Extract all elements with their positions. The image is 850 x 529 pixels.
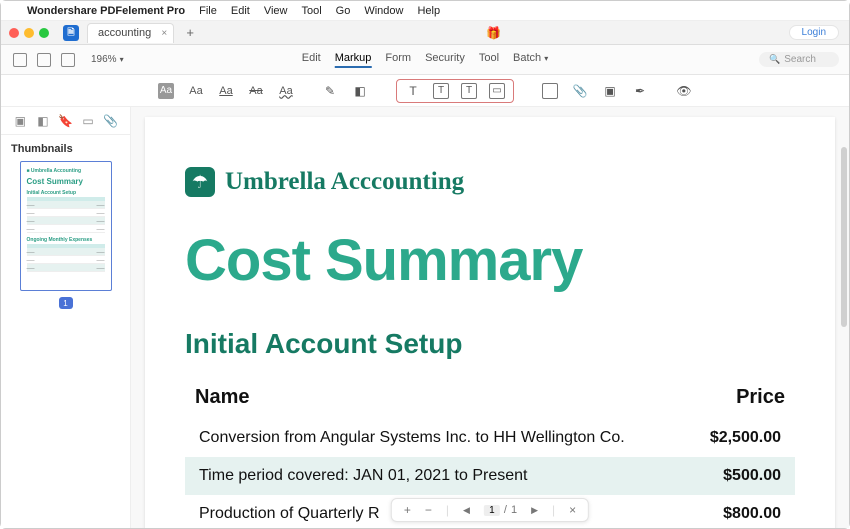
text-style-1-icon[interactable]: Aa xyxy=(188,83,204,99)
cell-name: Conversion from Angular Systems Inc. to … xyxy=(199,429,625,447)
close-tab-icon[interactable]: × xyxy=(161,28,167,39)
menu-tool[interactable]: Tool xyxy=(301,5,321,17)
outline-panel-icon[interactable]: 🔖 xyxy=(58,114,72,128)
zoom-out-button[interactable]: + xyxy=(404,503,411,517)
login-button[interactable]: Login xyxy=(789,25,839,40)
document-title: Cost Summary xyxy=(185,227,795,294)
attachments-panel-icon[interactable]: 📎 xyxy=(104,114,118,128)
callout-icon[interactable]: T xyxy=(461,83,477,99)
text-annotation-group: T T T ▭ xyxy=(396,79,514,103)
traffic-lights xyxy=(9,28,49,38)
view-single-icon[interactable] xyxy=(61,53,75,67)
zoom-dropdown[interactable]: 196% ▾ xyxy=(91,54,124,65)
table-row: Conversion from Angular Systems Inc. to … xyxy=(185,419,795,457)
sidebar-title: Thumbnails xyxy=(1,135,130,161)
underline-icon[interactable]: Aa xyxy=(218,83,234,99)
document-canvas[interactable]: ☂ Umbrella Acccounting Cost Summary Init… xyxy=(131,107,849,528)
bookmarks-panel-icon[interactable]: ◧ xyxy=(36,114,50,128)
mode-form[interactable]: Form xyxy=(385,52,411,68)
pdf-page[interactable]: ☂ Umbrella Acccounting Cost Summary Init… xyxy=(145,117,835,528)
search-placeholder: Search xyxy=(784,54,816,65)
mode-tabs: Edit Markup Form Security Tool Batch ▾ xyxy=(302,52,548,68)
eraser-icon[interactable]: ◧ xyxy=(352,83,368,99)
signature-icon[interactable]: ✒ xyxy=(632,83,648,99)
close-window-button[interactable] xyxy=(9,28,19,38)
squiggly-icon[interactable]: Aa xyxy=(278,83,294,99)
document-tab[interactable]: accounting × xyxy=(87,23,174,43)
fields-panel-icon[interactable]: ▭ xyxy=(81,114,95,128)
pencil-icon[interactable]: ✎ xyxy=(322,83,338,99)
sidebar-toggle-icon[interactable] xyxy=(13,53,27,67)
main-area: ▣ ◧ 🔖 ▭ 📎 Thumbnails ■ Umbrella Accounti… xyxy=(1,107,849,528)
markup-toolbar: Aa Aa Aa Aa Aa ✎ ◧ T T T ▭ 📎 ▣ ✒ 👁 xyxy=(1,75,849,107)
page-input[interactable] xyxy=(484,505,500,516)
sidebar: ▣ ◧ 🔖 ▭ 📎 Thumbnails ■ Umbrella Accounti… xyxy=(1,107,131,528)
table-row: Time period covered: JAN 01, 2021 to Pre… xyxy=(185,457,795,495)
cell-name: Production of Quarterly R xyxy=(199,505,380,523)
menu-window[interactable]: Window xyxy=(364,5,403,17)
mode-batch[interactable]: Batch ▾ xyxy=(513,52,548,68)
strikethrough-icon[interactable]: Aa xyxy=(248,83,264,99)
col-price: Price xyxy=(736,386,785,409)
window-tabbar: 🗎 accounting × + 🎁 Login xyxy=(1,21,849,45)
highlight-area-icon[interactable]: Aa xyxy=(158,83,174,99)
close-navigator-button[interactable]: × xyxy=(569,503,576,517)
cell-price: $2,500.00 xyxy=(710,429,781,447)
next-page-button[interactable]: ▶ xyxy=(531,505,538,516)
view-grid-icon[interactable] xyxy=(37,53,51,67)
primary-toolbar: 196% ▾ Edit Markup Form Security Tool Ba… xyxy=(1,45,849,75)
app-logo-icon: 🗎 xyxy=(63,25,79,41)
page-total: 1 xyxy=(511,504,517,516)
mode-tool[interactable]: Tool xyxy=(479,52,499,68)
maximize-window-button[interactable] xyxy=(39,28,49,38)
thumbnail-page-number: 1 xyxy=(59,297,73,309)
menu-view[interactable]: View xyxy=(264,5,288,17)
attachment-icon[interactable]: 📎 xyxy=(572,83,588,99)
document-tab-label: accounting xyxy=(98,27,151,39)
thumb-section1: Initial Account Setup xyxy=(27,190,105,196)
stamp-icon[interactable]: ▣ xyxy=(602,83,618,99)
sticky-note-icon[interactable]: ▭ xyxy=(489,83,505,99)
minimize-window-button[interactable] xyxy=(24,28,34,38)
textbox-icon[interactable]: T xyxy=(433,83,449,99)
mac-menubar: Wondershare PDFelement Pro File Edit Vie… xyxy=(1,1,849,21)
search-input[interactable]: 🔍 Search xyxy=(759,52,839,67)
page-navigator: + − | ◀ / 1 ▶ | × xyxy=(391,498,589,522)
thumb-section2: Ongoing Monthly Expenses xyxy=(27,237,105,243)
cell-name: Time period covered: JAN 01, 2021 to Pre… xyxy=(199,467,527,485)
mode-edit[interactable]: Edit xyxy=(302,52,321,68)
prev-page-button[interactable]: ◀ xyxy=(463,505,470,516)
brand-umbrella-icon: ☂ xyxy=(185,167,215,197)
zoom-in-button[interactable]: − xyxy=(425,503,432,517)
text-tool-icon[interactable]: T xyxy=(405,83,421,99)
chevron-down-icon: ▾ xyxy=(120,55,124,64)
menu-edit[interactable]: Edit xyxy=(231,5,250,17)
mode-security[interactable]: Security xyxy=(425,52,465,68)
menu-help[interactable]: Help xyxy=(417,5,440,17)
thumb-title: Cost Summary xyxy=(27,177,105,186)
cell-price: $800.00 xyxy=(723,505,781,523)
section-heading: Initial Account Setup xyxy=(185,328,795,360)
app-name[interactable]: Wondershare PDFelement Pro xyxy=(27,5,185,17)
thumbnails-panel-icon[interactable]: ▣ xyxy=(13,114,27,128)
menu-file[interactable]: File xyxy=(199,5,217,17)
mode-markup[interactable]: Markup xyxy=(335,52,372,68)
page-thumbnail[interactable]: ■ Umbrella Accounting Cost Summary Initi… xyxy=(20,161,112,291)
new-tab-button[interactable]: + xyxy=(182,25,198,41)
thumb-brand: ■ Umbrella Accounting xyxy=(27,168,105,174)
search-icon: 🔍 xyxy=(769,54,780,65)
brand-text: Umbrella Acccounting xyxy=(225,168,464,196)
col-name: Name xyxy=(195,386,249,409)
zoom-value: 196% xyxy=(91,54,117,65)
cell-price: $500.00 xyxy=(723,467,781,485)
shape-rect-icon[interactable] xyxy=(542,83,558,99)
menu-go[interactable]: Go xyxy=(336,5,351,17)
chevron-down-icon: ▾ xyxy=(544,54,548,63)
hide-annotations-icon[interactable]: 👁 xyxy=(676,83,692,99)
gift-icon[interactable]: 🎁 xyxy=(486,26,500,40)
vertical-scrollbar[interactable] xyxy=(841,147,847,327)
